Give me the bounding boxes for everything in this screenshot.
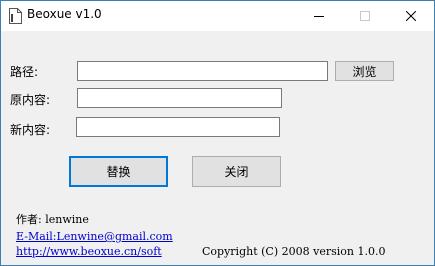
maximize-button (342, 1, 388, 31)
title-bar[interactable]: Beoxue v1.0 (1, 1, 434, 31)
window-title: Beoxue v1.0 (27, 7, 102, 21)
close-icon (406, 11, 416, 21)
original-content-input[interactable] (77, 88, 282, 108)
close-window-button[interactable] (388, 1, 434, 31)
minimize-icon (314, 16, 324, 17)
author-text: 作者: lenwine (16, 213, 89, 226)
website-link[interactable]: http://www.beoxue.cn/soft (16, 245, 162, 258)
maximize-icon (360, 11, 370, 21)
document-icon (9, 8, 22, 24)
replace-button[interactable]: 替换 (69, 156, 168, 187)
path-label: 路径: (10, 65, 39, 79)
browse-button[interactable]: 浏览 (335, 61, 394, 81)
original-content-label: 原内容: (10, 93, 51, 107)
close-button[interactable]: 关闭 (192, 156, 281, 187)
minimize-button[interactable] (296, 1, 342, 31)
email-link[interactable]: E-Mail:Lenwine@gmail.com (16, 230, 173, 243)
path-input[interactable] (77, 61, 328, 81)
copyright-text: Copyright (C) 2008 version 1.0.0 (202, 245, 386, 258)
app-window: Beoxue v1.0 路径: 浏览 原内容: 新内容: 替换 关闭 作者: l… (0, 0, 435, 266)
new-content-input[interactable] (76, 117, 280, 137)
new-content-label: 新内容: (10, 123, 51, 137)
